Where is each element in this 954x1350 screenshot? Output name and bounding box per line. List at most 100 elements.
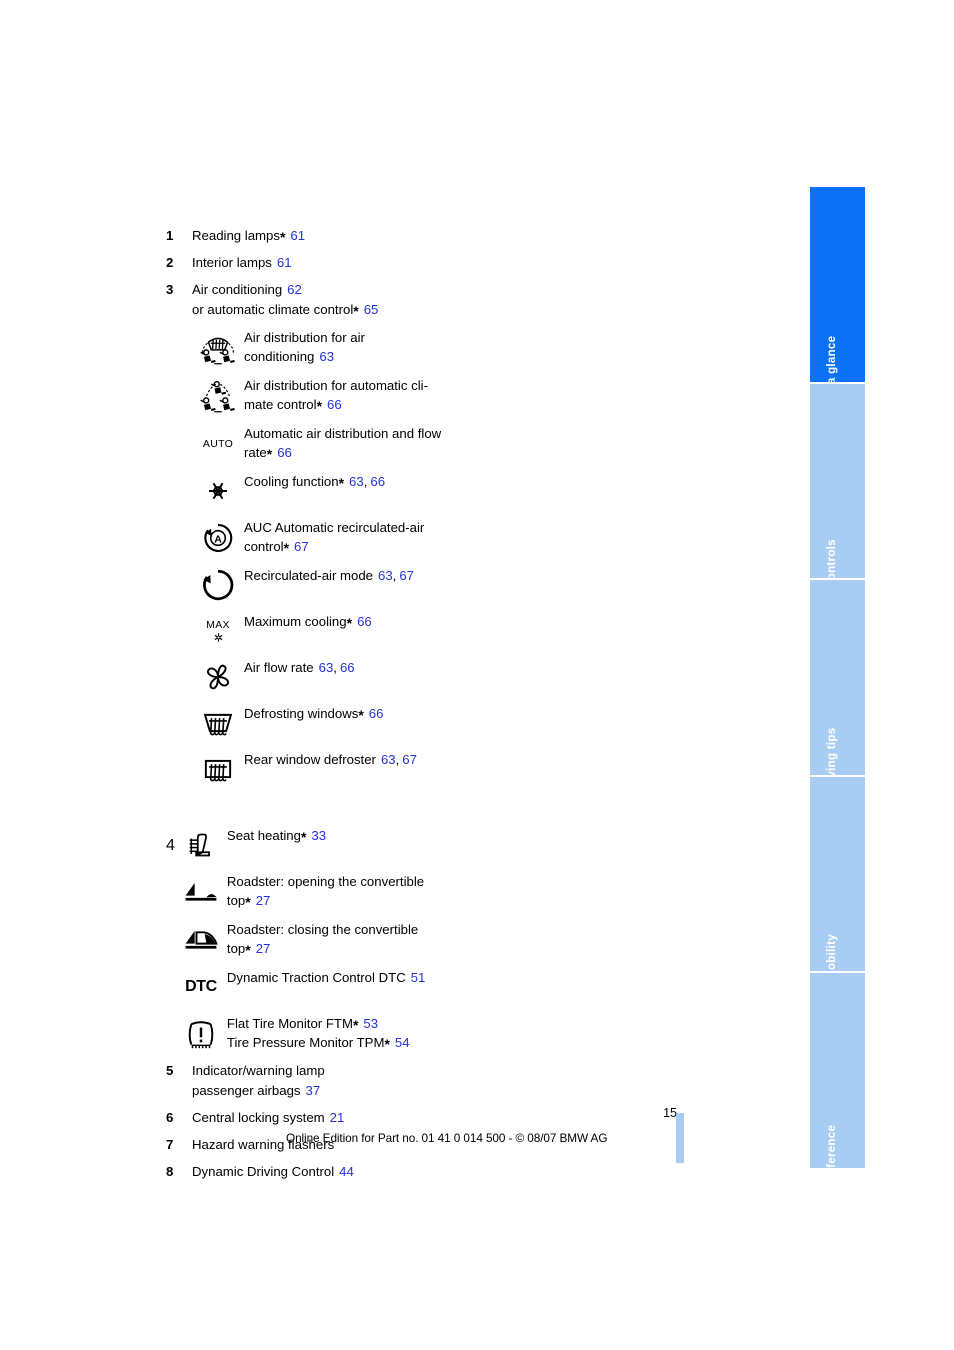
icon-legend-row: Seat heating* 33 (175, 825, 686, 865)
entry-number: 7 (166, 1137, 174, 1152)
entry-label: Dynamic Driving Control (192, 1164, 335, 1179)
icon-entry-label: Dynamic Traction Control DTC (226, 970, 406, 985)
page-separator: , (363, 474, 368, 489)
option-asterisk: * (283, 540, 290, 556)
icon-legend-row: Recirculated-air mode 63, 67 (192, 565, 686, 605)
icon-entry-label: Maximum cooling (244, 614, 347, 629)
option-asterisk: * (353, 303, 359, 319)
entry-number: 1 (166, 228, 174, 243)
icon-entry-label: AUC Automatic recirculated-air (244, 520, 425, 535)
icon-legend-row: MAX Maximum cooling* 66 (192, 611, 686, 651)
icon-legend-row: Air flow rate 63, 66 (192, 657, 686, 697)
page-ref[interactable]: 27 (256, 893, 271, 908)
icon-entry-label: Rear window defroster (244, 752, 376, 767)
page-ref[interactable]: 51 (411, 970, 426, 985)
auto-label-icon: AUTO (192, 423, 244, 465)
climate-icon-group: Air distribution for air conditioning 63 Ai… (192, 327, 686, 789)
footer-copyright: Online Edition for Part no. 01 41 0 014 … (286, 1131, 608, 1145)
legend-entry: 3 Air conditioning 62 or automatic climate … (166, 280, 686, 320)
entry-number: 3 (166, 282, 174, 297)
entry-number: 2 (166, 255, 174, 270)
page-separator: , (395, 752, 400, 767)
section-tab-strip: At a glance Controls Driving tips Mobility R… (810, 187, 865, 1183)
tab-reference[interactable]: Reference (810, 973, 865, 1183)
page-ref[interactable]: 62 (287, 282, 302, 297)
windshield-defrost-icon (192, 703, 244, 743)
page-ref[interactable]: 66 (277, 445, 292, 460)
option-asterisk: * (346, 615, 353, 631)
page-ref[interactable]: 63 (319, 660, 334, 675)
page-ref[interactable]: 63 (381, 752, 396, 767)
entry-text: Central locking system 21 (192, 1108, 344, 1128)
entry-number: 6 (166, 1110, 174, 1125)
legend-entry: 8 Dynamic Driving Control 44 (166, 1162, 686, 1182)
svg-text:A: A (214, 533, 222, 545)
page-ref[interactable]: 53 (363, 1016, 378, 1031)
icon-entry-text: Recirculated-air mode 63, 67 (244, 565, 414, 585)
icon-legend-row: A AUC Automatic recirculated-air control* 6… (192, 517, 686, 559)
snowflake-icon (192, 471, 244, 511)
option-asterisk: * (266, 446, 273, 462)
recirculated-air-icon (192, 565, 244, 605)
icon-entry-label: Air flow rate (244, 660, 314, 675)
option-asterisk: * (316, 398, 323, 414)
page-ref[interactable]: 63 (378, 568, 393, 583)
page-ref[interactable]: 61 (277, 255, 292, 270)
icon-entry-label: Automatic air distribution and flow (244, 426, 442, 441)
icon-entry-label-line2: top (226, 941, 246, 956)
tab-at-a-glance[interactable]: At a glance (810, 187, 865, 400)
icon-entry-text: Rear window defroster 63, 67 (244, 749, 417, 769)
page-ref[interactable]: 67 (402, 752, 417, 767)
entry-text: Dynamic Driving Control 44 (192, 1162, 354, 1182)
icon-entry-text: Cooling function* 63, 66 (244, 471, 385, 491)
entry-label: Interior lamps (192, 255, 272, 270)
page-ref[interactable]: 67 (294, 539, 309, 554)
page-ref[interactable]: 66 (340, 660, 355, 675)
icon-entry-text: Roadster: closing the convertible top* 27 (227, 919, 418, 958)
max-text: MAX (206, 618, 230, 631)
option-asterisk: * (352, 1017, 359, 1033)
icon-entry-text: AUC Automatic recirculated-air control* 67 (244, 517, 424, 556)
icon-entry-label-line2: mate control (244, 397, 317, 412)
icon-entry-label-line2: rate (244, 445, 267, 460)
numbered-entries-head: 1 Reading lamps* 61 2 Interior lamps 61 3 Air c… (166, 226, 686, 320)
page-ref[interactable]: 67 (399, 568, 414, 583)
page-ref[interactable]: 33 (311, 828, 326, 843)
icon-entry-text: Roadster: opening the convertible top* 27 (227, 871, 424, 910)
page-ref[interactable]: 63 (319, 349, 334, 364)
page-ref[interactable]: 66 (370, 474, 385, 489)
icon-legend-row: Cooling function* 63, 66 (192, 471, 686, 511)
icon-entry-label: Cooling function (244, 474, 339, 489)
tab-mobility[interactable]: Mobility (810, 776, 865, 980)
page-ref[interactable]: 21 (330, 1110, 345, 1125)
entry-text: Air conditioning 62 or automatic climate c… (192, 280, 378, 320)
icon-entry-label-line2: top (226, 893, 246, 908)
page-ref[interactable]: 37 (306, 1083, 321, 1098)
page-ref[interactable]: 66 (369, 706, 384, 721)
legend-entry: 5 Indicator/warning lamp passenger airbags… (166, 1061, 686, 1101)
icon-entry-text: Air flow rate 63, 66 (244, 657, 355, 677)
page-ref[interactable]: 66 (357, 614, 372, 629)
page-ref[interactable]: 54 (395, 1035, 410, 1050)
page-ref[interactable]: 66 (327, 397, 342, 412)
convertible-top-close-icon (175, 919, 227, 961)
convertible-top-open-icon (175, 871, 227, 913)
page-ref[interactable]: 44 (339, 1164, 354, 1179)
dtc-icon: DTC (175, 967, 227, 1007)
icon-legend-row: Air distribution for air conditioning 63 (192, 327, 686, 369)
tab-label: Reference (825, 1124, 838, 1184)
icon-entry-label: Air distribution for automatic cli- (244, 378, 428, 393)
tab-driving-tips[interactable]: Driving tips (810, 580, 865, 794)
page-ref[interactable]: 61 (290, 228, 305, 243)
entry-label-line2: or automatic climate control (192, 302, 354, 317)
icon-entry-text: Air distribution for air conditioning 63 (244, 327, 365, 366)
tab-controls[interactable]: Controls (810, 383, 865, 589)
page-ref[interactable]: 63 (349, 474, 364, 489)
option-asterisk: * (384, 1036, 390, 1052)
group-4-wrapper: 4 Seat heating* 33 Roadster: opening the co… (166, 825, 686, 1061)
icon-entry-label: Roadster: opening the convertible (226, 874, 425, 889)
page-ref[interactable]: 27 (256, 941, 271, 956)
page-ref[interactable]: 65 (364, 302, 379, 317)
tire-monitor-icon (175, 1013, 227, 1055)
